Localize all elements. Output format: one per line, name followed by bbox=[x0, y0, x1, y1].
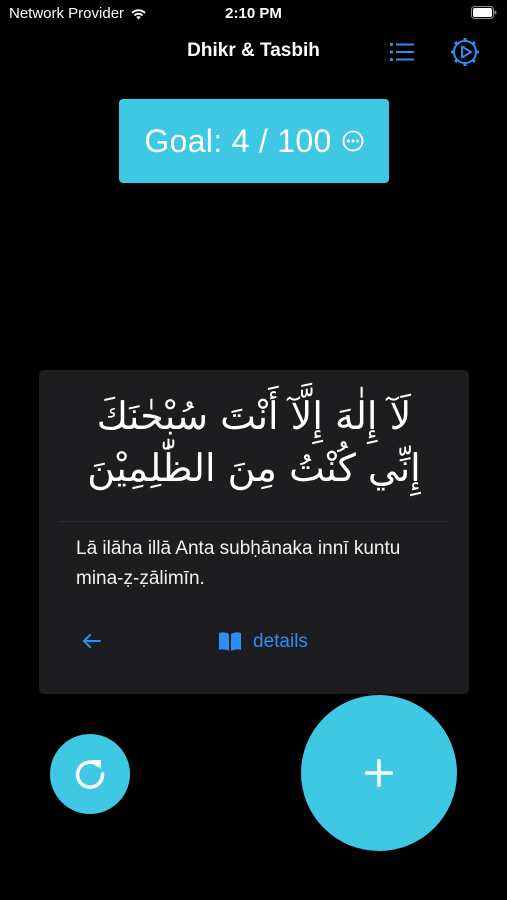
page-title: Dhikr & Tasbih bbox=[187, 40, 320, 61]
arabic-line: إِنِّي كُنْتُ مِنَ الظّٰلِمِيْنَ bbox=[87, 446, 421, 490]
goal-button[interactable]: Goal: 4 / 100 bbox=[119, 99, 389, 183]
gear-play-icon[interactable] bbox=[449, 36, 481, 68]
ellipsis-circle-icon bbox=[342, 130, 363, 152]
status-bar: Network Provider 2:10 PM bbox=[0, 0, 507, 28]
refresh-icon bbox=[75, 760, 105, 789]
dhikr-card: لَآ إِلٰهَ إِلَّآ أَنْتَ سُبْحٰنَكَ إِنِ… bbox=[39, 370, 469, 694]
battery-icon bbox=[471, 6, 497, 19]
details-label: details bbox=[253, 631, 308, 652]
card-divider bbox=[59, 521, 449, 522]
arrow-left-icon[interactable] bbox=[79, 628, 105, 654]
plus-icon bbox=[365, 759, 393, 787]
reset-button[interactable] bbox=[50, 734, 130, 814]
details-link[interactable]: details bbox=[217, 628, 308, 656]
add-count-button[interactable] bbox=[301, 695, 457, 851]
book-open-icon bbox=[219, 632, 241, 651]
goal-label: Goal: 4 / 100 bbox=[144, 122, 332, 159]
status-time: 2:10 PM bbox=[225, 5, 282, 22]
arabic-text: لَآ إِلٰهَ إِلَّآ أَنْتَ سُبْحٰنَكَ إِنِ… bbox=[55, 390, 453, 494]
transliteration-text: Lā ilāha illā Anta subḥānaka innī kuntu … bbox=[76, 538, 401, 589]
list-icon[interactable] bbox=[386, 36, 418, 68]
arabic-line: لَآ إِلٰهَ إِلَّآ أَنْتَ سُبْحٰنَكَ bbox=[96, 394, 412, 438]
